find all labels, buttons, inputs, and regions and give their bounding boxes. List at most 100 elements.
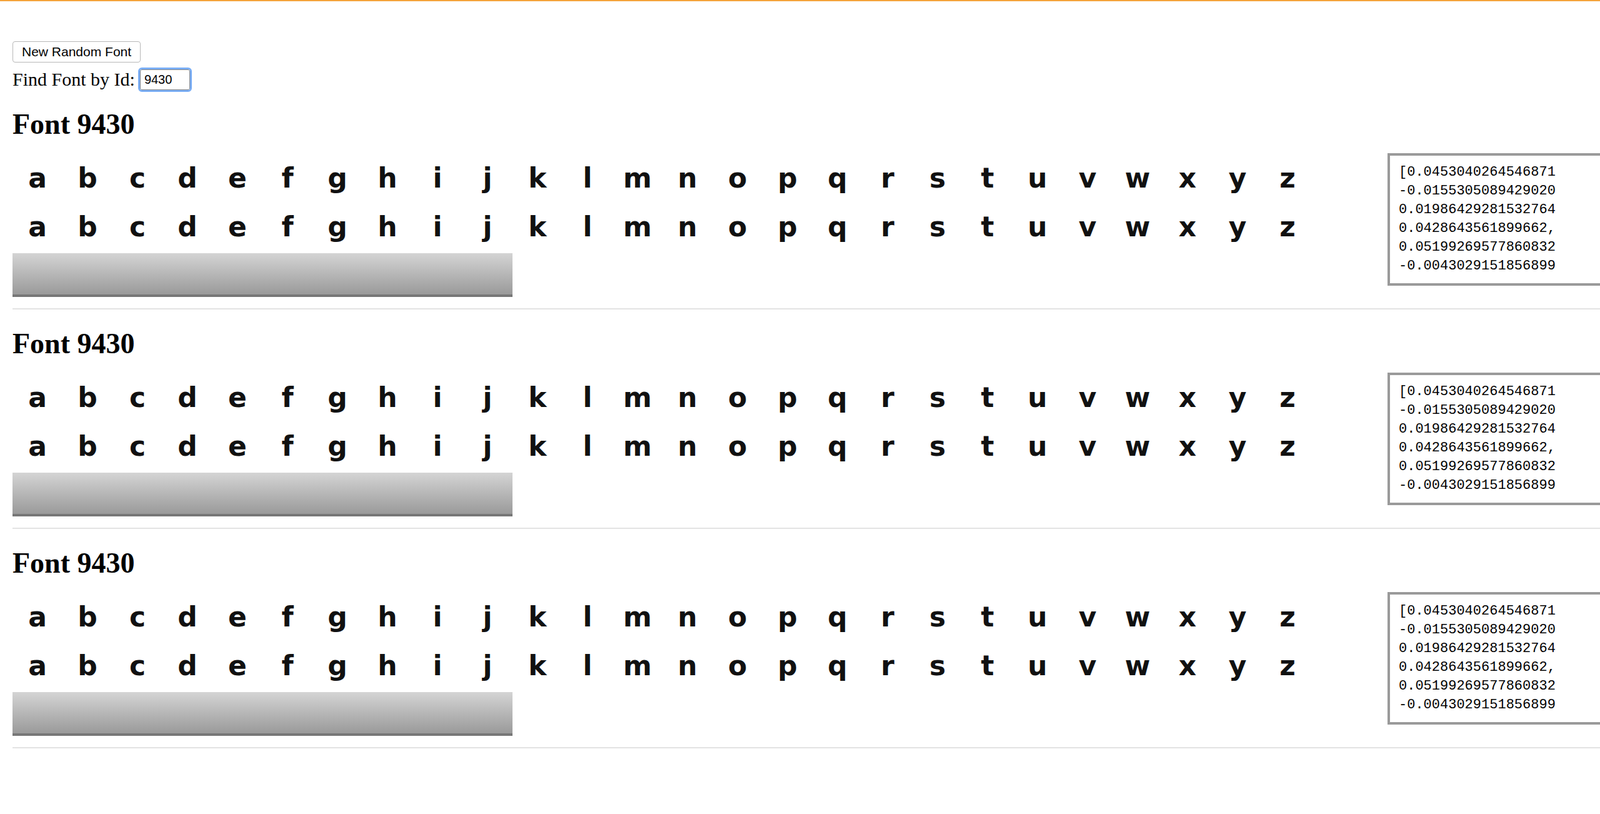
glyph-row: abcdefghijklmnopqrstuvwxyz bbox=[12, 372, 1388, 422]
glyph: w bbox=[1112, 600, 1163, 633]
glyph: h bbox=[362, 600, 413, 633]
vector-line: -0.0155305089429020 bbox=[1398, 401, 1600, 420]
glyph-row: abcdefghijklmnopqrstuvwxyz bbox=[12, 640, 1388, 690]
glyph: m bbox=[612, 210, 663, 243]
glyph: c bbox=[112, 381, 163, 414]
glyph: k bbox=[512, 381, 563, 414]
glyph-grid: abcdefghijklmnopqrstuvwxyzabcdefghijklmn… bbox=[12, 372, 1388, 519]
vector-line: [0.0453040264546871 bbox=[1398, 163, 1600, 182]
picture-block bbox=[12, 472, 63, 517]
glyph: p bbox=[762, 430, 813, 462]
font-body: abcdefghijklmnopqrstuvwxyzabcdefghijklmn… bbox=[12, 372, 1600, 519]
glyph-row: abcdefghijklmnopqrstuvwxyz bbox=[12, 591, 1388, 641]
glyph: n bbox=[662, 381, 713, 414]
glyph: m bbox=[612, 600, 663, 633]
glyph: x bbox=[1162, 210, 1213, 243]
glyph: w bbox=[1112, 161, 1163, 194]
glyph: j bbox=[462, 381, 513, 414]
glyph: e bbox=[212, 649, 263, 682]
glyph: g bbox=[312, 649, 363, 682]
picture-block bbox=[362, 253, 413, 297]
glyph: i bbox=[412, 600, 463, 633]
glyph: i bbox=[412, 161, 463, 194]
picture-block bbox=[412, 691, 463, 736]
glyph: a bbox=[12, 210, 63, 243]
vector-line: 0.01986429281532764 bbox=[1398, 420, 1600, 439]
glyph: r bbox=[862, 430, 913, 462]
glyph: k bbox=[512, 600, 563, 633]
picture-block bbox=[162, 472, 213, 517]
glyph: p bbox=[762, 381, 813, 414]
vector-line: [0.0453040264546871 bbox=[1398, 601, 1600, 621]
glyph-row: abcdefghijklmnopqrstuvwxyz bbox=[12, 153, 1388, 202]
picture-row bbox=[12, 250, 1388, 300]
vector-line: -0.0155305089429020 bbox=[1398, 620, 1600, 640]
glyph: a bbox=[12, 430, 63, 462]
font-id-input[interactable] bbox=[140, 69, 190, 90]
glyph: m bbox=[612, 161, 663, 194]
glyph: q bbox=[812, 210, 863, 243]
glyph: y bbox=[1212, 381, 1263, 414]
glyph: q bbox=[812, 381, 863, 414]
glyph: b bbox=[62, 649, 113, 682]
picture-block bbox=[12, 253, 63, 297]
picture-block bbox=[62, 691, 113, 736]
glyph: h bbox=[362, 210, 413, 243]
glyph: k bbox=[512, 649, 563, 682]
glyph: z bbox=[1262, 381, 1313, 414]
glyph: o bbox=[712, 649, 763, 682]
glyph: v bbox=[1062, 161, 1113, 194]
vector-line: [0.0453040264546871 bbox=[1398, 382, 1600, 402]
glyph: t bbox=[962, 381, 1013, 414]
glyph: g bbox=[312, 600, 363, 633]
glyph: b bbox=[62, 210, 113, 243]
glyph: o bbox=[712, 381, 763, 414]
glyph: c bbox=[112, 161, 163, 194]
glyph: n bbox=[662, 600, 713, 633]
glyph: i bbox=[412, 649, 463, 682]
glyph: t bbox=[962, 430, 1013, 462]
glyph: l bbox=[562, 430, 613, 462]
glyph: m bbox=[612, 381, 663, 414]
glyph: c bbox=[112, 649, 163, 682]
vector-line: -0.0043029151856899 bbox=[1398, 256, 1600, 276]
picture-block bbox=[362, 691, 413, 736]
new-random-font-button[interactable]: New Random Font bbox=[12, 41, 141, 63]
glyph: t bbox=[962, 649, 1013, 682]
glyph-row: abcdefghijklmnopqrstuvwxyz bbox=[12, 421, 1388, 470]
glyph: l bbox=[562, 161, 613, 194]
glyph: d bbox=[162, 600, 213, 633]
picture-block bbox=[462, 691, 513, 736]
picture-block bbox=[162, 253, 213, 297]
font-title: Font 9430 bbox=[12, 546, 1600, 580]
glyph: t bbox=[962, 161, 1013, 194]
vector-line: 0.05199269577860832 bbox=[1398, 457, 1600, 477]
glyph: c bbox=[112, 210, 163, 243]
glyph: w bbox=[1112, 210, 1163, 243]
vector-box: [0.0453040264546871-0.01553050894290200.… bbox=[1387, 372, 1600, 505]
glyph: u bbox=[1012, 210, 1063, 243]
vector-line: 0.05199269577860832 bbox=[1398, 238, 1600, 257]
glyph: k bbox=[512, 210, 563, 243]
vector-line: 0.0428643561899662, bbox=[1398, 438, 1600, 458]
picture-row bbox=[12, 689, 1388, 739]
glyph: s bbox=[912, 210, 963, 243]
glyph: h bbox=[362, 161, 413, 194]
glyph: f bbox=[262, 649, 313, 682]
glyph: v bbox=[1062, 381, 1113, 414]
glyph: q bbox=[812, 600, 863, 633]
glyph: l bbox=[562, 381, 613, 414]
glyph: x bbox=[1162, 161, 1213, 194]
glyph: n bbox=[662, 210, 713, 243]
glyph: g bbox=[312, 210, 363, 243]
glyph: i bbox=[412, 430, 463, 462]
glyph: n bbox=[662, 161, 713, 194]
glyph: t bbox=[962, 600, 1013, 633]
glyph: u bbox=[1012, 430, 1063, 462]
glyph: s bbox=[912, 649, 963, 682]
glyph: f bbox=[262, 430, 313, 462]
vector-line: -0.0155305089429020 bbox=[1398, 181, 1600, 201]
glyph: j bbox=[462, 649, 513, 682]
picture-block bbox=[62, 472, 113, 517]
glyph: n bbox=[662, 430, 713, 462]
